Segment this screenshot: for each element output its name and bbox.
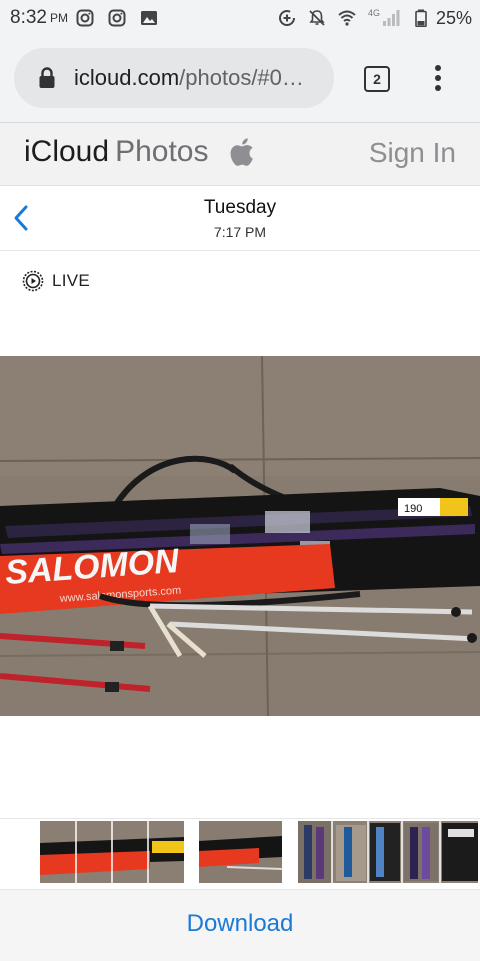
lock-icon — [39, 67, 55, 88]
instagram-icon — [76, 9, 94, 27]
tab-switcher-button[interactable]: 2 — [364, 66, 390, 92]
network-type: 4G — [367, 8, 380, 18]
more-menu-icon[interactable] — [428, 64, 448, 92]
photo-date: Tuesday — [203, 197, 277, 218]
download-bar: Download — [0, 889, 480, 961]
brand-photos: Photos — [115, 135, 209, 168]
brand-title: iCloud Photos — [24, 135, 208, 169]
instagram-icon — [108, 9, 126, 27]
main-photo[interactable]: 190 SALOMON www.salomonsports.com — [0, 356, 480, 716]
mute-icon — [309, 10, 325, 26]
clock: 8:32 — [10, 7, 47, 28]
icloud-header: iCloud Photos Sign In — [0, 123, 480, 186]
thumbnail[interactable] — [298, 821, 478, 883]
battery-percent: 25% — [435, 7, 472, 28]
battery-icon — [415, 9, 427, 27]
apple-logo-icon — [230, 138, 253, 166]
signal-icon — [382, 10, 400, 26]
url-text[interactable]: icloud.com/photos/#0… — [74, 65, 324, 91]
status-bar: 8:32 PM 4G 25% — [0, 0, 480, 36]
sign-in-link[interactable]: Sign In — [369, 137, 456, 169]
thumbnail-selected[interactable] — [199, 821, 282, 883]
url-path: /photos/#0… — [179, 65, 304, 90]
thumbnail[interactable] — [40, 821, 184, 883]
browser-toolbar: icloud.com/photos/#0… 2 — [0, 36, 480, 123]
address-bar[interactable]: icloud.com/photos/#0… — [14, 48, 334, 108]
clock-ampm: PM — [49, 11, 68, 25]
live-photo-icon — [22, 270, 44, 292]
brand-icloud: iCloud — [24, 135, 110, 168]
photo-time: 7:17 PM — [213, 224, 267, 240]
status-right: 4G 25% — [278, 0, 472, 36]
thumbnail-strip — [0, 818, 480, 889]
wifi-icon — [338, 10, 356, 26]
url-domain: icloud.com — [74, 65, 180, 90]
size-label: 190 — [404, 503, 422, 515]
gallery-icon — [140, 11, 157, 25]
live-label: LIVE — [52, 271, 91, 290]
live-photo-badge[interactable]: LIVE — [22, 270, 90, 292]
data-saver-icon — [278, 10, 295, 26]
download-button[interactable]: Download — [0, 910, 480, 938]
photo-nav-bar: Tuesday 7:17 PM — [0, 186, 480, 251]
